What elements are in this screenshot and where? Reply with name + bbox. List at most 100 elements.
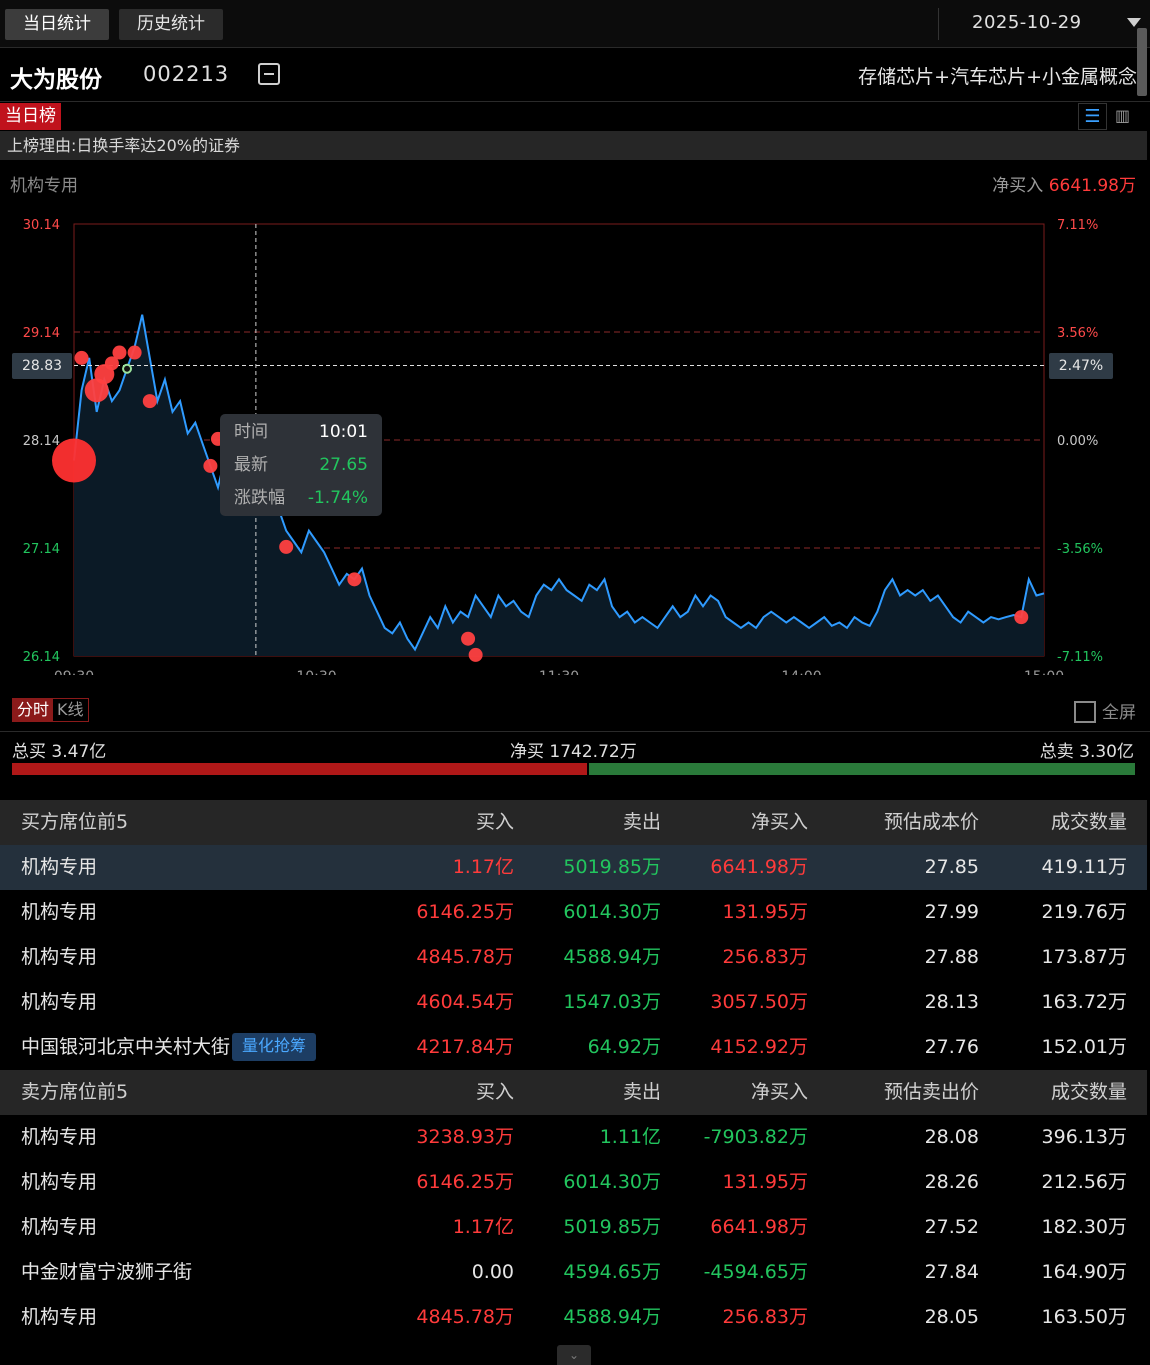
table-row[interactable]: 机构专用 4845.78万 4588.94万 256.83万 28.05 163.50万	[0, 1295, 1147, 1340]
tab-history-stats[interactable]: 历史统计	[119, 9, 223, 40]
y-tick-pct: -3.56%	[1057, 542, 1103, 557]
buy-cell: 4604.54万	[416, 991, 514, 1013]
list-view-icon[interactable]: ☰	[1078, 103, 1107, 130]
net-cell: 256.83万	[722, 946, 808, 968]
fullscreen-icon	[1074, 701, 1096, 723]
trade-marker	[347, 572, 362, 587]
board-bar	[0, 101, 1150, 130]
seat-cell: 机构专用	[21, 980, 97, 1025]
fullscreen-button[interactable]: 全屏	[1074, 698, 1136, 723]
divider	[938, 8, 939, 40]
net-cell: 6641.98万	[710, 1216, 808, 1238]
header-buy: 买入	[475, 811, 514, 833]
sell-table-header: 卖方席位前5 买入 卖出 净买入 预估卖出价 成交数量	[0, 1070, 1147, 1115]
concept-label: 存储芯片+汽车芯片+小金属概念	[858, 66, 1137, 88]
chevron-down-icon[interactable]	[1127, 18, 1141, 27]
net-cell: 3057.50万	[710, 991, 808, 1013]
seat-cell: 机构专用	[21, 1160, 97, 1205]
header-volume: 成交数量	[1050, 1081, 1127, 1103]
total-buy: 总买 3.47亿	[12, 742, 107, 762]
net-cell: -7903.82万	[703, 1126, 808, 1148]
sell-ratio-bar	[589, 763, 1135, 775]
chart-tooltip: 时间 10:01 最新 27.65 涨跌幅 -1.74%	[220, 414, 382, 516]
sell-cell: 6014.30万	[563, 901, 661, 923]
trade-marker	[142, 394, 157, 409]
x-tick-label: 15:00	[1024, 669, 1064, 675]
tab-intraday[interactable]: 分时	[13, 699, 54, 721]
trade-marker	[279, 539, 294, 554]
sell-cell: 4588.94万	[563, 946, 661, 968]
trade-marker	[203, 458, 218, 473]
date-selector[interactable]: 2025-10-29	[972, 12, 1082, 33]
seat-name: 机构专用	[21, 1171, 98, 1193]
intraday-chart[interactable]: 30.14 7.11% 29.14 3.56% 28.14 0.00% 27.14 -3.56…	[0, 205, 1150, 675]
seat-cell: 机构专用	[21, 1205, 97, 1250]
trade-marker	[127, 345, 142, 360]
y-tick-pct: 7.11%	[1057, 218, 1098, 233]
bar-chart-icon[interactable]: ▥	[1108, 103, 1137, 130]
header-volume: 成交数量	[1050, 811, 1127, 833]
volume-cell: 173.87万	[1041, 946, 1127, 968]
header-seat: 买方席位前5	[21, 811, 129, 833]
table-row[interactable]: 机构专用 4845.78万 4588.94万 256.83万 27.88 173.87万	[0, 935, 1147, 980]
price-cell: 28.05	[924, 1306, 979, 1328]
net-cell: 131.95万	[722, 901, 808, 923]
price-cell: 27.76	[924, 1036, 979, 1058]
x-tick-label: 09:30	[54, 669, 94, 675]
y-tick-price: 30.14	[23, 218, 60, 233]
net-buy-total: 净买 1742.72万	[510, 742, 637, 762]
buy-cell: 6146.25万	[416, 901, 514, 923]
sell-cell: 1.11亿	[599, 1126, 661, 1148]
table-row[interactable]: 中金财富宁波狮子街 0.00 4594.65万 -4594.65万 27.84 164.9…	[0, 1250, 1147, 1295]
seat-net-buy: 净买入 6641.98万	[992, 171, 1136, 196]
collapse-icon[interactable]	[258, 63, 280, 85]
net-cell: 131.95万	[722, 1171, 808, 1193]
table-row[interactable]: 机构专用 6146.25万 6014.30万 131.95万 28.26 212.56万	[0, 1160, 1147, 1205]
buy-cell: 1.17亿	[452, 1216, 514, 1238]
volume-cell: 212.56万	[1041, 1171, 1127, 1193]
cursor-marker	[122, 363, 133, 374]
cursor-price-tag: 28.83	[12, 353, 72, 379]
table-row[interactable]: 机构专用 3238.93万 1.11亿 -7903.82万 28.08 396.13万	[0, 1115, 1147, 1160]
header-seat: 卖方席位前5	[21, 1081, 129, 1103]
sell-cell: 6014.30万	[563, 1171, 661, 1193]
seat-name: 机构专用	[21, 901, 98, 923]
price-cell: 27.85	[924, 856, 979, 878]
trade-marker	[461, 631, 476, 646]
volume-cell: 152.01万	[1041, 1036, 1127, 1058]
y-tick-price: 27.14	[23, 542, 60, 557]
seat-cell: 中国银河北京中关村大街 量化抢筹	[21, 1025, 317, 1070]
table-row[interactable]: 机构专用 4604.54万 1547.03万 3057.50万 28.13 163.72万	[0, 980, 1147, 1025]
buy-cell: 0.00	[471, 1261, 514, 1283]
tab-daily-stats[interactable]: 当日统计	[5, 9, 109, 40]
volume-cell: 163.72万	[1041, 991, 1127, 1013]
buy-cell: 6146.25万	[416, 1171, 514, 1193]
seat-name: 机构专用	[21, 991, 98, 1013]
seat-name: 中国银河北京中关村大街	[21, 1036, 231, 1058]
seat-cell: 机构专用	[21, 890, 97, 935]
price-cell: 28.08	[924, 1126, 979, 1148]
scrollbar[interactable]	[1137, 28, 1147, 96]
table-row[interactable]: 机构专用 6146.25万 6014.30万 131.95万 27.99 219.76万	[0, 890, 1147, 935]
table-row[interactable]: 机构专用 1.17亿 5019.85万 6641.98万 27.52 182.30万	[0, 1205, 1147, 1250]
y-tick-pct: -7.11%	[1057, 650, 1103, 665]
net-cell: -4594.65万	[703, 1261, 808, 1283]
volume-cell: 419.11万	[1041, 856, 1127, 878]
volume-cell: 164.90万	[1041, 1261, 1127, 1283]
tab-kline[interactable]: K线	[53, 699, 88, 721]
cursor-pct-tag: 2.47%	[1049, 353, 1113, 379]
divider	[0, 731, 1150, 732]
sell-cell: 4588.94万	[563, 1306, 661, 1328]
total-sell: 总卖 3.30亿	[1039, 742, 1134, 762]
board-tag[interactable]: 当日榜	[0, 103, 61, 130]
stock-code: 002213	[143, 62, 230, 86]
table-row[interactable]: 机构专用 1.17亿 5019.85万 6641.98万 27.85 419.11万	[0, 845, 1147, 890]
table-row[interactable]: 中国银河北京中关村大街 量化抢筹 4217.84万 64.92万 4152.92万 27.…	[0, 1025, 1147, 1070]
buy-cell: 4845.78万	[416, 946, 514, 968]
header-sell: 卖出	[622, 811, 661, 833]
seat-name: 机构专用	[21, 946, 98, 968]
quant-badge[interactable]: 量化抢筹	[232, 1033, 317, 1061]
sell-cell: 64.92万	[587, 1036, 661, 1058]
price-cell: 28.13	[924, 991, 979, 1013]
chevron-down-icon[interactable]: ⌄	[557, 1345, 591, 1365]
